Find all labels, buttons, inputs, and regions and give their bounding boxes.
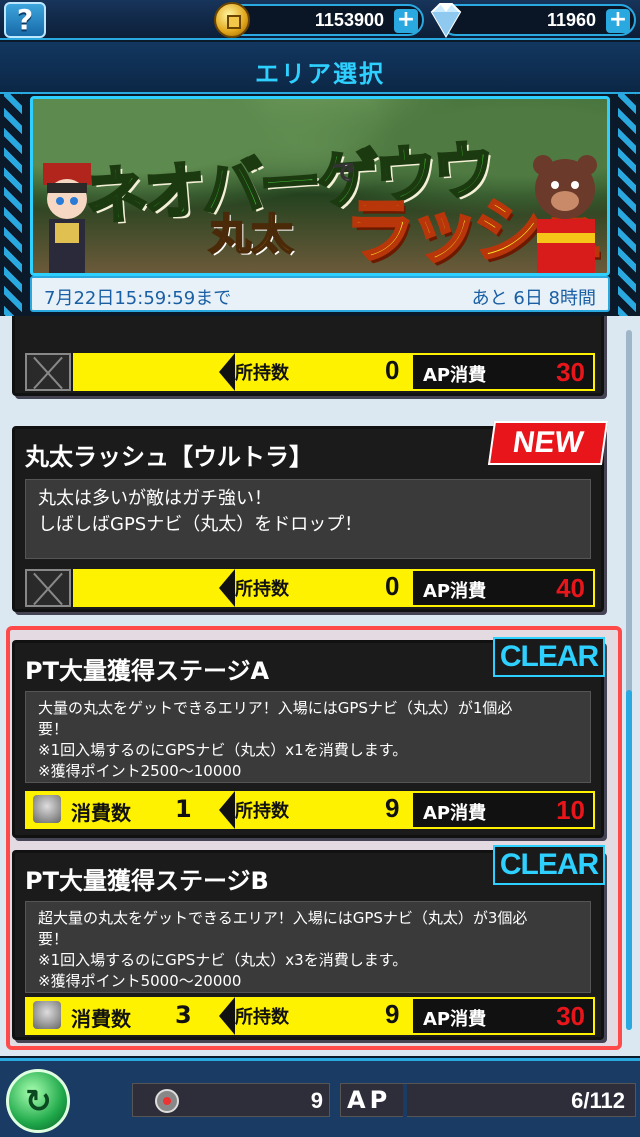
own-value: 9 bbox=[385, 999, 400, 1029]
ap-cost: AP消費 30 bbox=[411, 353, 595, 391]
add-gems-button[interactable]: + bbox=[606, 9, 630, 33]
divider bbox=[403, 1084, 407, 1118]
own-label: 所持数 bbox=[235, 579, 289, 600]
ap-cost: AP消費 40 bbox=[411, 569, 595, 607]
stage-card-ultra[interactable]: 丸太ラッシュ【ウルトラ】 NEW 丸太は多いが敵はガチ強い！ しばしばGPSナビ… bbox=[12, 421, 609, 612]
stage-card[interactable]: 所持数 0 AP消費 30 bbox=[12, 316, 604, 396]
ap-label: AP消費 bbox=[423, 365, 487, 386]
ap-value: 10 bbox=[556, 795, 585, 825]
stage-list[interactable]: 所持数 0 AP消費 30 丸太ラッシュ【ウルトラ】 NEW 丸太は多いが敵はガ… bbox=[0, 316, 640, 1056]
gem-value: 11960 bbox=[546, 10, 596, 30]
event-period: 7月22日15:59:59まで あと 6日 8時間 bbox=[30, 276, 610, 312]
gem-counter: 11960 + bbox=[440, 4, 636, 36]
description-line: しばしばGPSナビ（丸太）をドロップ！ bbox=[38, 514, 363, 535]
ap-label: AP消費 bbox=[423, 1009, 487, 1030]
description-line: 丸太は多いが敵はガチ強い！ bbox=[38, 488, 272, 509]
consume-value: 1 bbox=[175, 795, 192, 823]
ap-cost: AP消費 10 bbox=[411, 791, 595, 829]
help-button[interactable]: ? bbox=[4, 2, 46, 38]
area-header: エリア選択 bbox=[0, 42, 640, 94]
scrollbar[interactable] bbox=[626, 330, 632, 1030]
own-label: 所持数 bbox=[235, 1007, 289, 1028]
menu-button[interactable]: ↻ bbox=[6, 1069, 70, 1133]
description-line: 要！ bbox=[38, 930, 69, 948]
stage-title: 丸太ラッシュ【ウルトラ】 bbox=[25, 443, 313, 471]
stage-title: PT大量獲得ステージA bbox=[25, 657, 270, 685]
scrollbar-thumb[interactable] bbox=[626, 690, 632, 1030]
empty-item-slot bbox=[25, 353, 71, 391]
ap-value: 40 bbox=[556, 573, 585, 603]
stage-description: 超大量の丸太をゲットできるエリア！入場にはGPSナビ（丸太）が3個必 要！ ※1… bbox=[25, 901, 591, 993]
stage-card-b[interactable]: PT大量獲得ステージB CLEAR 超大量の丸太をゲットできるエリア！入場にはG… bbox=[12, 845, 605, 1040]
new-badge: NEW bbox=[487, 421, 609, 465]
page-title: エリア選択 bbox=[255, 60, 385, 88]
stage-description: 丸太は多いが敵はガチ強い！ しばしばGPSナビ（丸太）をドロップ！ bbox=[25, 479, 591, 559]
consume-label: 消費数 bbox=[71, 1007, 131, 1031]
stage-description: 大量の丸太をゲットできるエリア！入場にはGPSナビ（丸太）が1個必 要！ ※1回… bbox=[25, 691, 591, 783]
coin-value: 1153900 bbox=[314, 10, 384, 30]
stage-stats: 消費数 1 所持数 9 AP消費 10 bbox=[25, 791, 595, 829]
gps-navi-icon bbox=[33, 795, 61, 823]
own-value: 9 bbox=[385, 793, 400, 823]
stage-stats: 所持数 0 AP消費 40 bbox=[25, 569, 595, 607]
arrow-notch-icon bbox=[219, 569, 235, 607]
ap-footer-value: 6/112 bbox=[571, 1088, 625, 1113]
ap-label: AP消費 bbox=[423, 803, 487, 824]
banner-logo-maruta: 丸太 bbox=[208, 209, 294, 260]
diamond-icon bbox=[430, 3, 462, 38]
gps-navi-icon bbox=[33, 1001, 61, 1029]
description-line: 超大量の丸太をゲットできるエリア！入場にはGPSナビ（丸太）が3個必 bbox=[38, 909, 528, 927]
clear-badge: CLEAR bbox=[493, 845, 605, 885]
ap-label: AP消費 bbox=[423, 581, 487, 602]
description-line: ※獲得ポイント5000〜20000 bbox=[38, 972, 242, 990]
own-value: 0 bbox=[385, 571, 400, 601]
description-line: 大量の丸太をゲットできるエリア！入場にはGPSナビ（丸太）が1個必 bbox=[38, 699, 513, 717]
event-remaining-time: あと 6日 8時間 bbox=[471, 288, 596, 309]
stage-stats: 所持数 0 AP消費 30 bbox=[25, 353, 595, 391]
top-bar: ? 1153900 + 11960 + bbox=[0, 0, 640, 40]
item-count-value: 9 bbox=[310, 1088, 323, 1113]
arrow-notch-icon bbox=[219, 791, 235, 829]
empty-item-slot bbox=[25, 569, 71, 607]
stage-card-a[interactable]: PT大量獲得ステージA CLEAR 大量の丸太をゲットできるエリア！入場にはGP… bbox=[12, 637, 605, 838]
arrow-notch-icon bbox=[219, 997, 235, 1035]
coin-counter: 1153900 + bbox=[226, 4, 424, 36]
stage-stats: 消費数 3 所持数 9 AP消費 30 bbox=[25, 997, 595, 1035]
consume-value: 3 bbox=[175, 1001, 192, 1029]
own-label: 所持数 bbox=[235, 363, 289, 384]
ap-value: 30 bbox=[556, 357, 585, 387]
bottom-bar: ↻ 9 AP 6/112 bbox=[0, 1058, 640, 1137]
own-value: 0 bbox=[385, 355, 400, 385]
ap-value: 30 bbox=[556, 1001, 585, 1031]
item-counter: 9 bbox=[132, 1083, 330, 1117]
description-line: ※1回入場するのにGPSナビ（丸太）x3を消費します。 bbox=[38, 951, 408, 969]
arrow-notch-icon bbox=[219, 353, 235, 391]
ap-counter: AP 6/112 bbox=[340, 1083, 636, 1118]
coin-icon bbox=[214, 2, 250, 38]
event-deadline: 7月22日15:59:59まで bbox=[44, 288, 232, 309]
bear-character-icon bbox=[533, 155, 597, 273]
right-decoration bbox=[618, 94, 636, 334]
gps-navi-icon bbox=[155, 1089, 179, 1113]
consume-label: 消費数 bbox=[71, 801, 131, 825]
description-line: 要！ bbox=[38, 720, 69, 738]
description-line: ※1回入場するのにGPSナビ（丸太）x1を消費します。 bbox=[38, 741, 408, 759]
description-line: ※獲得ポイント2500〜10000 bbox=[38, 762, 242, 780]
own-label: 所持数 bbox=[235, 801, 289, 822]
event-banner[interactable]: ネオバーゲウウ で 丸太 ラッシュ bbox=[30, 96, 610, 276]
clear-badge: CLEAR bbox=[493, 637, 605, 677]
add-coins-button[interactable]: + bbox=[394, 9, 418, 33]
ap-cost: AP消費 30 bbox=[411, 997, 595, 1035]
left-decoration bbox=[4, 94, 22, 334]
ap-footer-label: AP bbox=[347, 1086, 392, 1114]
stage-title: PT大量獲得ステージB bbox=[25, 867, 269, 895]
refresh-icon: ↻ bbox=[25, 1082, 52, 1120]
